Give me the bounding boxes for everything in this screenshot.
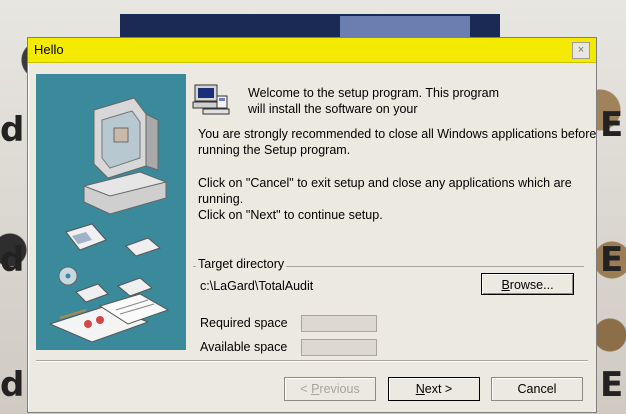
next-label-rest: ext > (424, 382, 453, 396)
desktop-glyph: d (0, 365, 25, 405)
side-illustration-panel (36, 74, 186, 350)
close-button[interactable]: × (572, 42, 590, 59)
target-directory-label: Target directory (196, 257, 287, 271)
desktop-glyph: E (600, 365, 624, 405)
desktop-banner-accent (340, 16, 470, 38)
previous-button[interactable]: < Previous (284, 377, 376, 401)
title-bar[interactable]: Hello × (28, 38, 596, 63)
browse-label-rest: rowse... (509, 278, 554, 292)
setup-dialog: Hello × Welcome to the setup program. Th… (27, 37, 597, 413)
browse-mnemonic: B (501, 278, 510, 292)
browse-button[interactable]: Browse... (481, 273, 574, 295)
desktop-glyph: d (0, 240, 25, 280)
required-space-label: Required space (200, 316, 288, 330)
welcome-text: Welcome to the setup program. This progr… (248, 86, 500, 116)
next-instruction-text: Click on "Next" to continue setup. (198, 208, 383, 222)
close-icon: × (577, 44, 585, 56)
next-button[interactable]: Next > (388, 377, 480, 401)
target-directory-path: c:\LaGard\TotalAudit (200, 279, 314, 293)
previous-prefix: < (300, 382, 312, 396)
required-space-field (301, 315, 377, 332)
previous-label-rest: revious (319, 382, 360, 396)
available-space-field (301, 339, 377, 356)
cancel-button[interactable]: Cancel (491, 377, 583, 401)
next-mnemonic: N (415, 382, 425, 396)
computer-setup-icon (191, 82, 231, 119)
cancel-instruction-text: Click on "Cancel" to exit setup and clos… (198, 176, 572, 206)
recommend-text: You are strongly recommended to close al… (198, 127, 597, 157)
desktop-glyph: E (600, 105, 624, 145)
button-separator (36, 360, 588, 362)
desktop-glyph: d (0, 110, 25, 150)
computer-install-illustration (48, 97, 170, 343)
available-space-label: Available space (200, 340, 288, 354)
dialog-title: Hello (34, 42, 64, 57)
desktop-glyph: E (600, 240, 624, 280)
